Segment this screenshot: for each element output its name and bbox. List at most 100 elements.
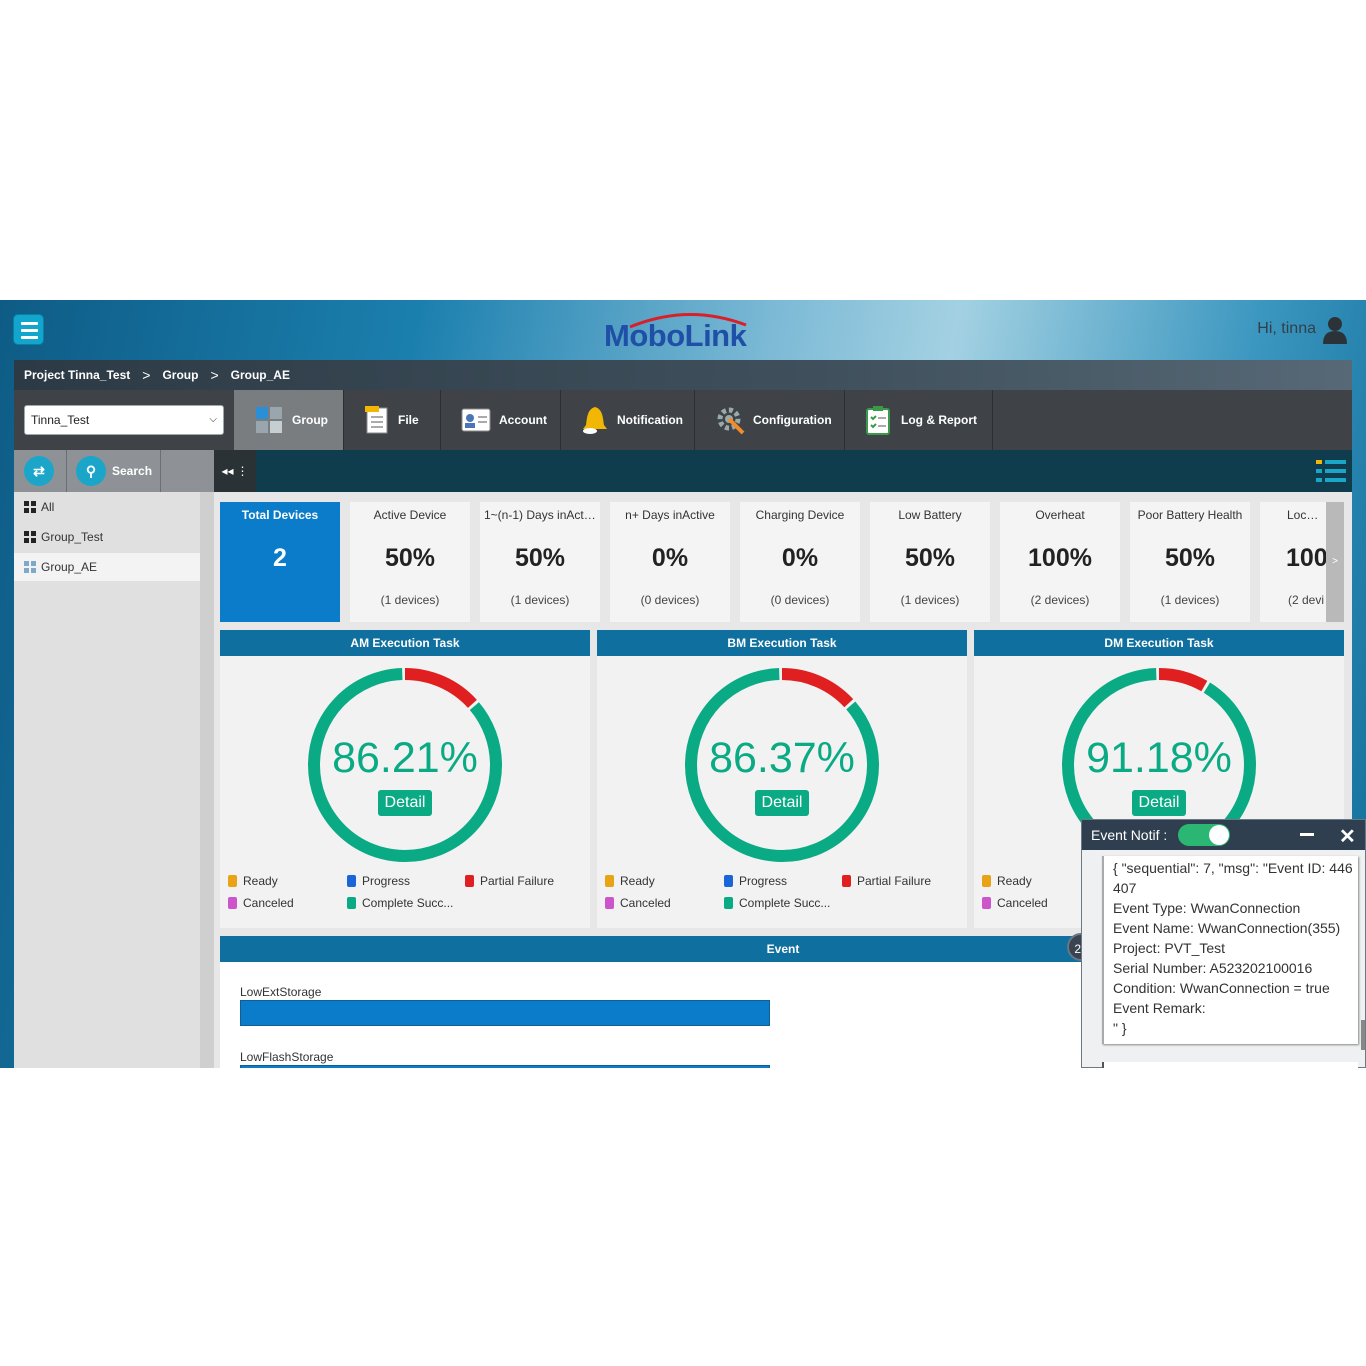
- card-n-days-inactive[interactable]: n+ Days inActive 0% (0 devices): [610, 502, 730, 622]
- nav-log-report[interactable]: Log & Report: [845, 390, 993, 450]
- card-count: (2 devices): [1030, 593, 1090, 607]
- card-value: 100%: [1028, 544, 1092, 572]
- card-value: 50%: [514, 544, 566, 572]
- nav-notification[interactable]: Notification: [561, 390, 695, 450]
- card-active-device[interactable]: Active Device 50% (1 devices): [350, 502, 470, 622]
- event-notif-toggle[interactable]: [1178, 824, 1230, 846]
- collapse-sidebar-button[interactable]: ◂◂ ⋮: [214, 450, 256, 492]
- puzzle-icon: [256, 407, 282, 433]
- next-notif-card: [1102, 1062, 1358, 1068]
- close-icon[interactable]: ✕: [1339, 824, 1356, 849]
- event-bar[interactable]: [240, 1000, 770, 1026]
- legend-label: Ready: [997, 874, 1032, 888]
- notif-scrollbar[interactable]: [1361, 1020, 1365, 1050]
- grid-icon: [24, 501, 36, 513]
- legend-canceled: Canceled: [982, 896, 1048, 910]
- hamburger-menu-button[interactable]: [13, 314, 44, 345]
- gear-wrench-icon: [717, 407, 745, 435]
- project-select-value: Tinna_Test: [31, 413, 90, 427]
- card-title: Active Device: [373, 508, 447, 522]
- notif-line: Event Type: WwanConnection: [1113, 900, 1301, 916]
- bm-execution-task-panel: BM Execution Task 86.37% Detail Ready Pr…: [597, 630, 967, 928]
- user-icon[interactable]: [1322, 316, 1348, 344]
- detail-button[interactable]: Detail: [1132, 790, 1186, 816]
- nav-group[interactable]: Group: [234, 390, 344, 450]
- group-sidebar: All Group_Test Group_AE: [14, 492, 214, 1068]
- event-notif-popup: Event Notif : ✕ { "sequential": 7, "msg"…: [1081, 819, 1366, 1068]
- breadcrumb-item[interactable]: Group_AE: [231, 368, 290, 382]
- project-select[interactable]: Tinna_Test ⌵: [24, 405, 224, 435]
- sidebar-item-label: Group_Test: [41, 530, 104, 544]
- minimize-icon[interactable]: [1300, 833, 1314, 836]
- vertical-dots-icon: ⋮: [236, 464, 249, 478]
- legend-label: Progress: [362, 874, 411, 888]
- switch-arrows-icon: ⇄: [24, 456, 54, 486]
- switch-button[interactable]: ⇄: [24, 450, 54, 492]
- legend-complete-success: Complete Succ...: [724, 896, 830, 910]
- nav-configuration[interactable]: Configuration: [695, 390, 845, 450]
- card-value: 100: [1286, 544, 1326, 572]
- breadcrumb-item[interactable]: Group: [162, 368, 198, 382]
- card-overheat[interactable]: Overheat 100% (2 devices): [1000, 502, 1120, 622]
- breadcrumb-item[interactable]: Project Tinna_Test: [24, 368, 130, 382]
- card-total-devices[interactable]: Total Devices 2: [220, 502, 340, 622]
- card-title: 1~(n-1) Days inActive: [484, 508, 600, 522]
- panel-title: DM Execution Task: [974, 630, 1344, 656]
- sidebar-item-all[interactable]: All: [14, 493, 200, 521]
- card-location[interactable]: Locatio 100 (2 devi: [1260, 502, 1326, 622]
- card-value: 0%: [651, 544, 689, 572]
- card-value: 50%: [1164, 544, 1216, 572]
- nav-account[interactable]: Account: [441, 390, 561, 450]
- clipboard-icon: [866, 406, 890, 435]
- legend-label: Complete Succ...: [362, 896, 454, 910]
- am-execution-task-panel: AM Execution Task 86.21% Detail Ready Pr…: [220, 630, 590, 928]
- detail-button[interactable]: Detail: [378, 790, 432, 816]
- legend-complete-success: Complete Succ...: [347, 896, 453, 910]
- sidebar-item-group-ae[interactable]: Group_AE: [14, 553, 200, 581]
- search-button[interactable]: ⚲ Search: [76, 450, 152, 492]
- detail-button[interactable]: Detail: [755, 790, 809, 816]
- sub-toolbar: ⇄ ⚲ Search ◂◂ ⋮: [14, 450, 1352, 492]
- card-count: (1 devices): [1160, 593, 1220, 607]
- legend-label: Complete Succ...: [739, 896, 831, 910]
- event-bar[interactable]: [240, 1065, 770, 1068]
- search-label: Search: [112, 464, 153, 478]
- card-title: Overheat: [1035, 508, 1085, 522]
- legend-partial-failure: Partial Failure: [842, 874, 931, 888]
- sidebar-item-group-test[interactable]: Group_Test: [14, 523, 200, 551]
- cards-scroll-right-button[interactable]: >: [1326, 502, 1344, 622]
- legend-ready: Ready: [605, 874, 655, 888]
- account-card-icon: [461, 408, 491, 432]
- nav-label: File: [398, 413, 419, 427]
- grid-icon: [24, 531, 36, 543]
- card-value: 50%: [384, 544, 436, 572]
- card-charging-device[interactable]: Charging Device 0% (0 devices): [740, 502, 860, 622]
- card-low-battery[interactable]: Low Battery 50% (1 devices): [870, 502, 990, 622]
- chevron-down-icon: ⌵: [209, 414, 217, 425]
- user-greeting: Hi, tinna: [1257, 320, 1316, 337]
- notif-line: Condition: WwanConnection = true: [1113, 980, 1330, 996]
- legend-label: Ready: [620, 874, 655, 888]
- sidebar-scrollbar[interactable]: [200, 492, 214, 1068]
- nav-file[interactable]: File: [344, 390, 441, 450]
- header: MoboLink Hi, tinna: [0, 300, 1366, 360]
- nav-label: Group: [292, 413, 328, 427]
- chevron-right-icon: >: [210, 367, 219, 383]
- legend-progress: Progress: [724, 874, 787, 888]
- search-icon: ⚲: [76, 456, 106, 486]
- card-title: n+ Days inActive: [625, 508, 715, 522]
- notif-line: Event Name: WwanConnection(355): [1113, 920, 1341, 936]
- list-view-icon[interactable]: [1316, 458, 1346, 484]
- notif-line: " }: [1113, 1020, 1127, 1036]
- logo-swoosh-icon: [629, 313, 747, 329]
- card-count: (0 devices): [640, 593, 700, 607]
- task-percent: 86.37%: [709, 734, 855, 782]
- legend-ready: Ready: [982, 874, 1032, 888]
- card-days-inactive[interactable]: 1~(n-1) Days inActive 50% (1 devices): [480, 502, 600, 622]
- card-poor-battery-health[interactable]: Poor Battery Health 50% (1 devices): [1130, 502, 1250, 622]
- card-value: 0%: [781, 544, 819, 572]
- event-notif-header: Event Notif : ✕: [1082, 820, 1365, 850]
- legend-label: Canceled: [243, 896, 294, 910]
- legend-progress: Progress: [347, 874, 410, 888]
- card-count: (0 devices): [770, 593, 830, 607]
